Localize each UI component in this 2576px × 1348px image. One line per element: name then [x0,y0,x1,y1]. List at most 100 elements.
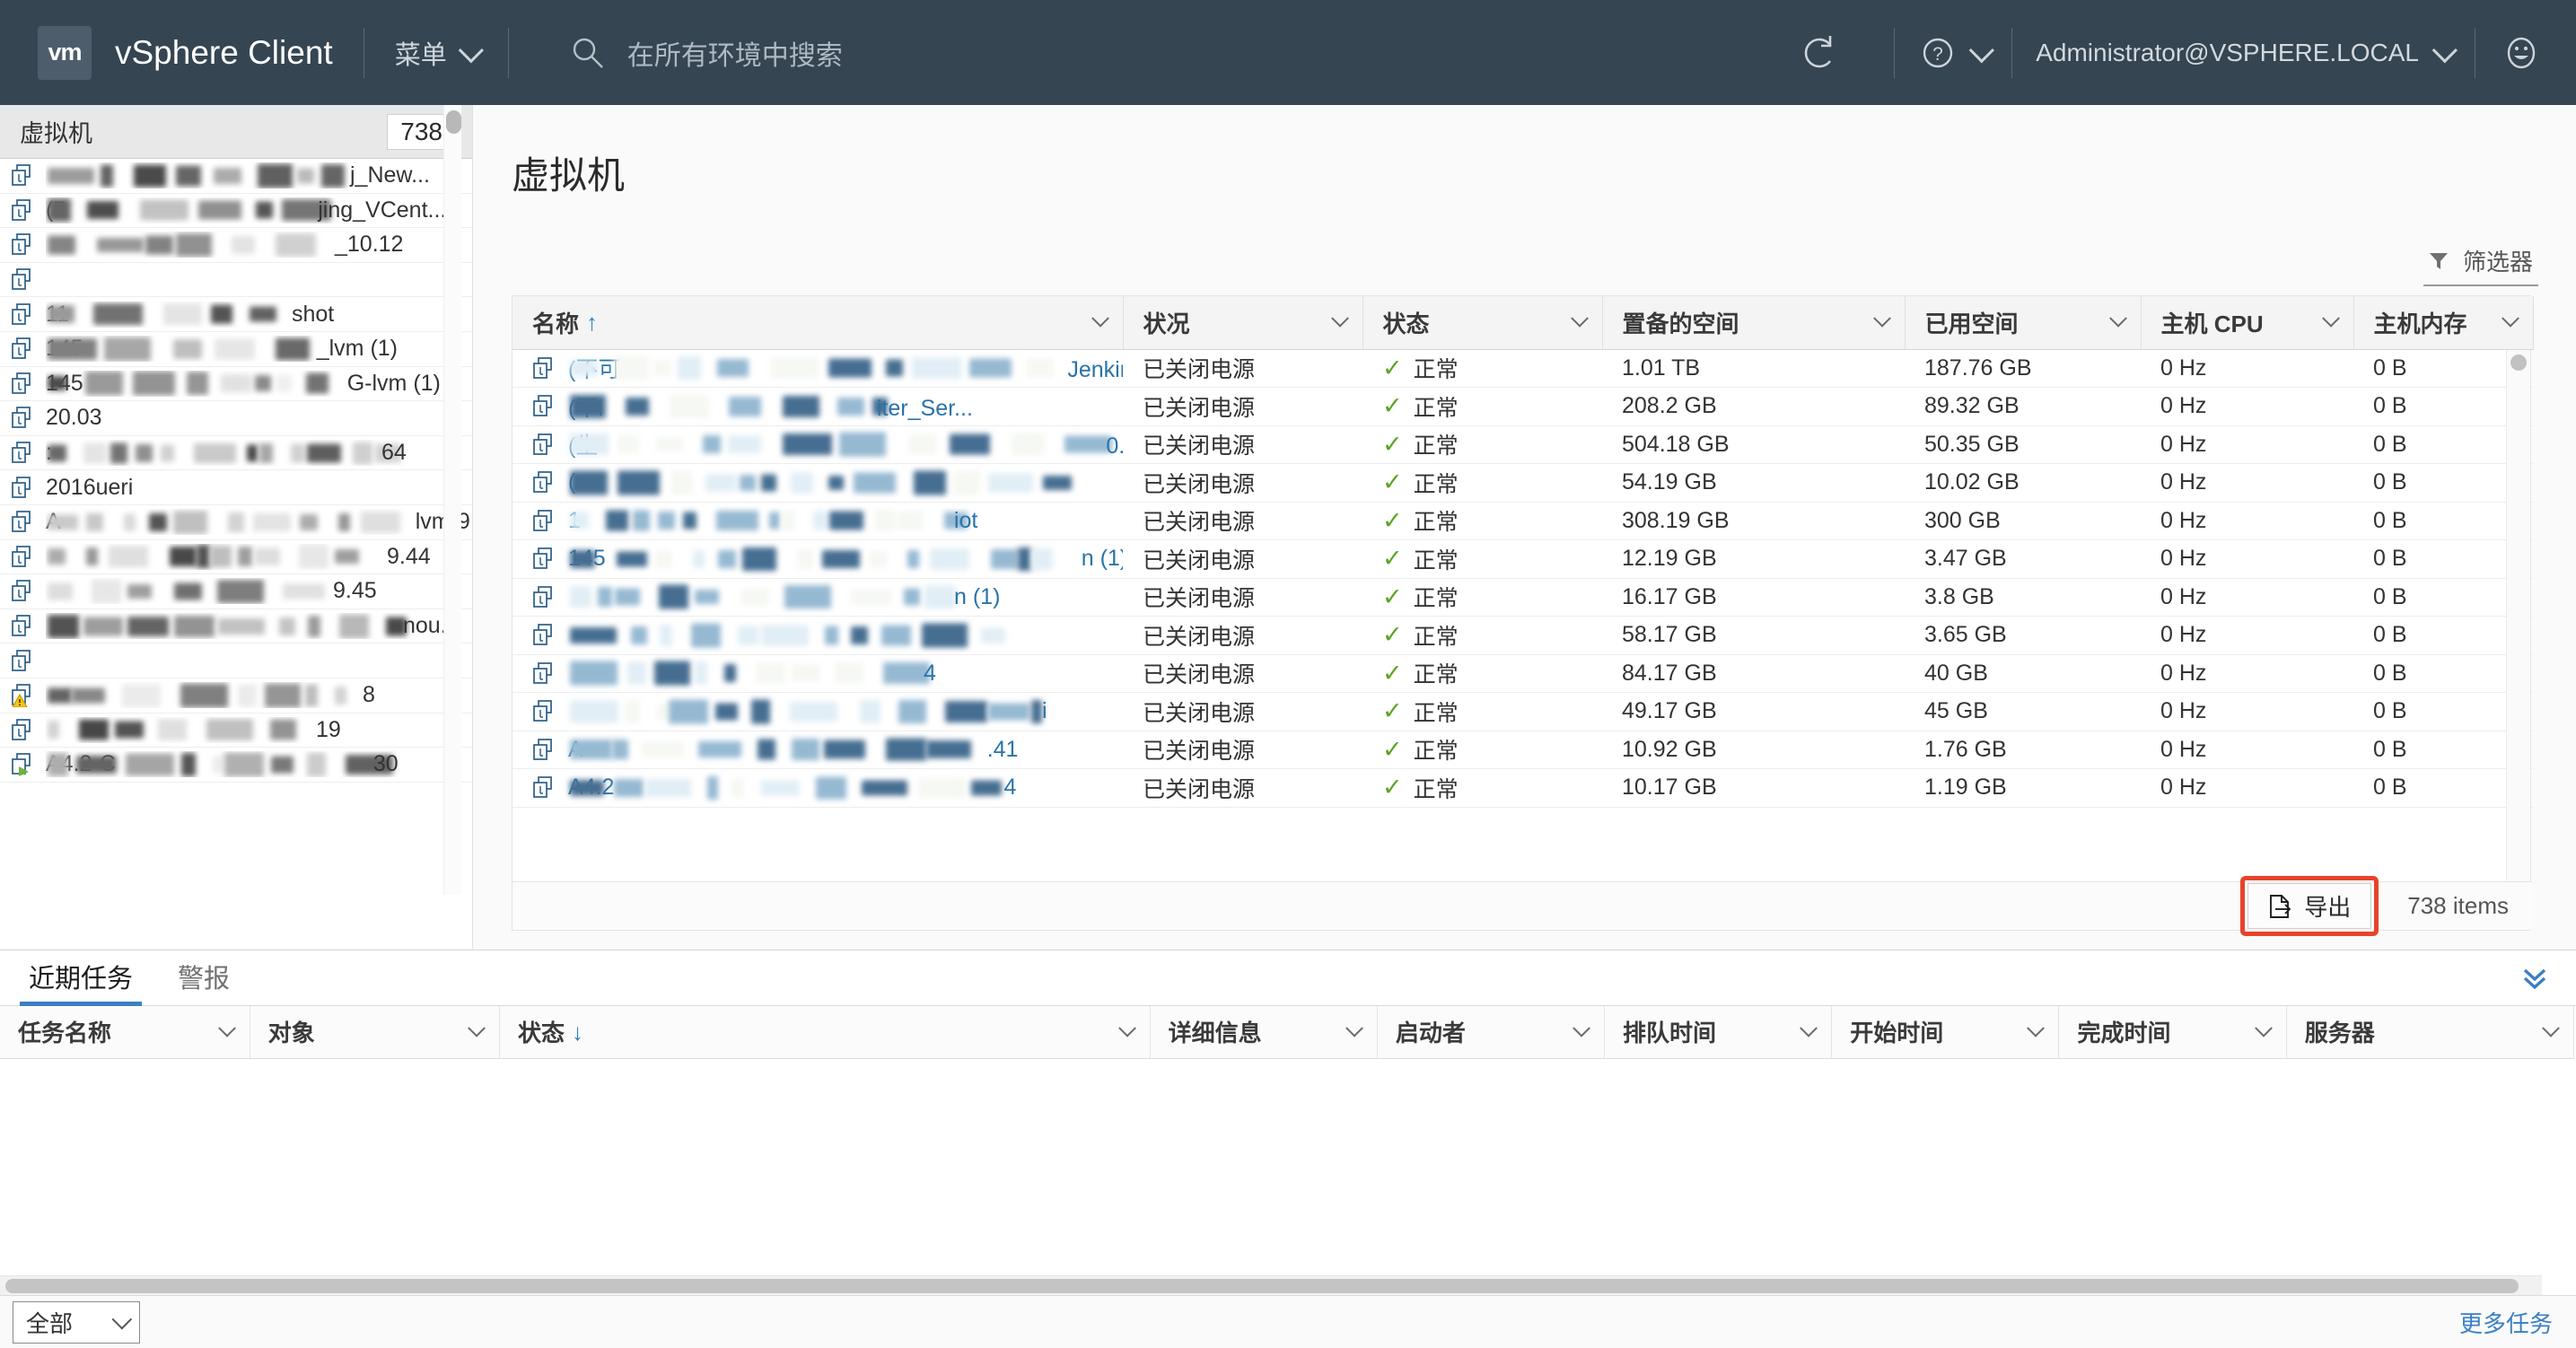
sidebar-item[interactable]: j_New... [0,159,472,194]
vm-name-link[interactable]: 4 [568,661,1004,687]
sidebar-item[interactable]: Alvm-9.41 [0,505,472,540]
sidebar-scrollbar[interactable] [443,105,461,895]
chevron-down-icon[interactable] [468,1019,486,1037]
sidebar-vm-list[interactable]: j_New... (7jing_VCent... _10.12 11shot 145_l… [0,159,472,949]
vm-column-header[interactable]: 置备的空间 [1602,296,1906,350]
vm-table-scrollbar-thumb[interactable] [2510,355,2527,371]
chevron-down-icon[interactable] [2027,1019,2046,1037]
more-tasks-link[interactable]: 更多任务 [2459,1306,2553,1339]
collapse-panel-button[interactable] [2520,966,2549,993]
vm-name-link[interactable]: 145n (1) [568,546,1123,572]
sidebar-item[interactable]: (7jing_VCent... [0,194,472,229]
sidebar-item[interactable]: 2016ueri [0,470,472,505]
avatar-button[interactable] [2499,31,2544,75]
horizontal-scrollbar-thumb[interactable] [5,1279,2519,1293]
task-column-header[interactable]: 详细信息 [1150,1006,1378,1059]
chevron-down-icon[interactable] [1330,310,1349,328]
chevron-down-icon[interactable] [1117,1019,1136,1037]
task-column-header[interactable]: 状态 ↓ [499,1006,1151,1059]
table-row[interactable]: i 已关闭电源 ✓ 正常 49.17 GB 45 GB 0 Hz 0 B [513,692,2533,731]
task-column-header[interactable]: 对象 [250,1006,500,1059]
table-row[interactable]: (不可Jenkin...已关闭电源 ✓ 正常 1.01 TB187.76 GB0 Hz… [513,349,2533,388]
table-row[interactable]: (不iiter_Ser... 已关闭电源 ✓ 正常 208.2 GB89.32 GB0 … [513,387,2533,426]
sidebar-item[interactable]: 8 [0,678,472,713]
sidebar-item[interactable]: 20.03 [0,401,472,436]
task-column-header[interactable]: 排队时间 [1604,1006,1833,1059]
refresh-button[interactable] [1799,32,1840,74]
search-input[interactable]: 在所有环境中搜索 [627,33,843,73]
vm-name-link[interactable]: (不iiter_Ser... [568,390,973,423]
vm-column-header[interactable]: 主机 CPU [2141,296,2354,350]
vm-column-header[interactable]: 状态 [1362,296,1603,350]
vm-name-link[interactable]: ( [568,469,1123,495]
sidebar-item[interactable] [0,643,472,678]
chevron-down-icon[interactable] [217,1019,236,1037]
table-row[interactable]: 4 已关闭电源 ✓ 正常 84.17 GB 40 GB 0 Hz 0 B [513,654,2533,693]
vm-name-link[interactable]: (不可Jenkin... [568,352,1123,384]
table-row[interactable]: (生0.12已关闭电源✓正常504.18 GB50.35 GB0 Hz0 B [513,425,2533,464]
vm-icon [533,547,552,570]
vm-column-header[interactable]: 主机内存 [2353,296,2534,350]
task-column-header[interactable]: 完成时间 [2058,1006,2287,1059]
sidebar-item[interactable]: 145_lvm (1) [0,332,472,367]
redacted-block [618,434,639,454]
table-row[interactable]: 已关闭电源 ✓ 正常 58.17 GB 3.65 GB 0 Hz 0 B [513,616,2533,655]
sidebar-item[interactable]: 19 [0,713,472,748]
chevron-down-icon[interactable] [1570,310,1589,328]
vm-name-link[interactable]: i [568,698,1123,724]
table-row[interactable]: 1iot已关闭电源✓正常308.19 GB300 GB0 Hz0 B [513,502,2533,540]
vm-name-link[interactable]: (生0.12 [568,428,1123,460]
table-row[interactable]: 145n (1)已关闭电源✓正常12.19 GB3.47 GB0 Hz0 B [513,539,2533,579]
help-dropdown-button[interactable]: ? [1918,33,1995,73]
sidebar-item[interactable]: A4.2-C30 [0,748,472,783]
tasks-tab[interactable]: 近期任务 [20,958,143,1006]
sidebar-item[interactable]: 145G-lvm (1) [0,367,472,402]
sidebar-item[interactable]: :64 [0,436,472,471]
vm-name-link[interactable]: 1iot [568,508,1037,534]
task-filter-select[interactable]: 全部 [13,1300,141,1344]
sidebar-scrollbar-thumb[interactable] [446,110,461,134]
chevron-down-icon[interactable] [1872,310,1891,328]
export-button[interactable]: 导出 [2240,876,2379,936]
vm-icon [12,337,31,360]
vmware-logo[interactable]: vm [38,25,92,80]
tasks-tab[interactable]: 警报 [169,958,239,1005]
sidebar-item[interactable]: 9.45 [0,574,472,609]
sidebar-item[interactable] [0,263,472,298]
chevron-down-icon[interactable] [1345,1019,1363,1037]
table-row[interactable]: A.41已关闭电源✓正常10.92 GB1.76 GB0 Hz0 B [513,731,2533,769]
menu-dropdown-button[interactable]: 菜单 [395,34,484,72]
table-row[interactable]: (已关闭电源✓正常54.19 GB10.02 GB0 Hz0 B [513,463,2533,503]
vm-column-header[interactable]: 名称 ↑ [513,296,1124,350]
vm-name-link[interactable]: n (1) [568,584,1035,610]
task-column-header[interactable]: 任务名称 [0,1006,250,1059]
sidebar-item[interactable]: _10.12 [0,228,472,263]
sidebar-item-label: 145G-lvm (1) [46,371,472,397]
task-column-header[interactable]: 开始时间 [1831,1006,2060,1059]
chevron-down-icon[interactable] [2108,310,2127,328]
task-column-header[interactable]: 服务器 [2286,1006,2575,1059]
vm-table-scrollbar[interactable] [2506,350,2529,883]
vm-column-header[interactable]: 已用空间 [1905,296,2142,350]
vm-name-link[interactable]: A.41 [568,737,1067,763]
table-row[interactable]: n (1) 已关闭电源 ✓ 正常 16.17 GB 3.8 GB 0 Hz 0 B [513,578,2533,617]
vm-column-label: 主机内存 [2373,310,2467,337]
task-column-header[interactable]: 启动者 [1377,1006,1606,1059]
table-row[interactable]: A4.24已关闭电源✓正常10.17 GB1.19 GB0 Hz0 B [513,768,2533,808]
horizontal-scrollbar[interactable] [0,1275,2542,1295]
vm-name-link[interactable]: A4.24 [568,775,1096,801]
chevron-down-icon[interactable] [2254,1019,2273,1037]
user-menu-button[interactable]: Administrator@VSPHERE.LOCAL [2036,37,2458,67]
filter-button[interactable]: 筛选器 [2423,244,2538,286]
vm-column-header[interactable]: 状况 [1123,296,1363,350]
sidebar-item[interactable]: nou... [0,609,472,644]
chevron-down-icon[interactable] [1091,310,1109,328]
chevron-down-icon[interactable] [1800,1019,1818,1037]
chevron-down-icon[interactable] [1573,1019,1590,1037]
sidebar-item[interactable]: 11shot [0,297,472,332]
sidebar-item[interactable]: 9.44 [0,540,472,575]
global-search[interactable]: 在所有环境中搜索 [570,33,843,73]
chevron-down-icon[interactable] [2501,310,2519,328]
chevron-down-icon[interactable] [2542,1019,2560,1037]
chevron-down-icon[interactable] [2321,310,2340,328]
